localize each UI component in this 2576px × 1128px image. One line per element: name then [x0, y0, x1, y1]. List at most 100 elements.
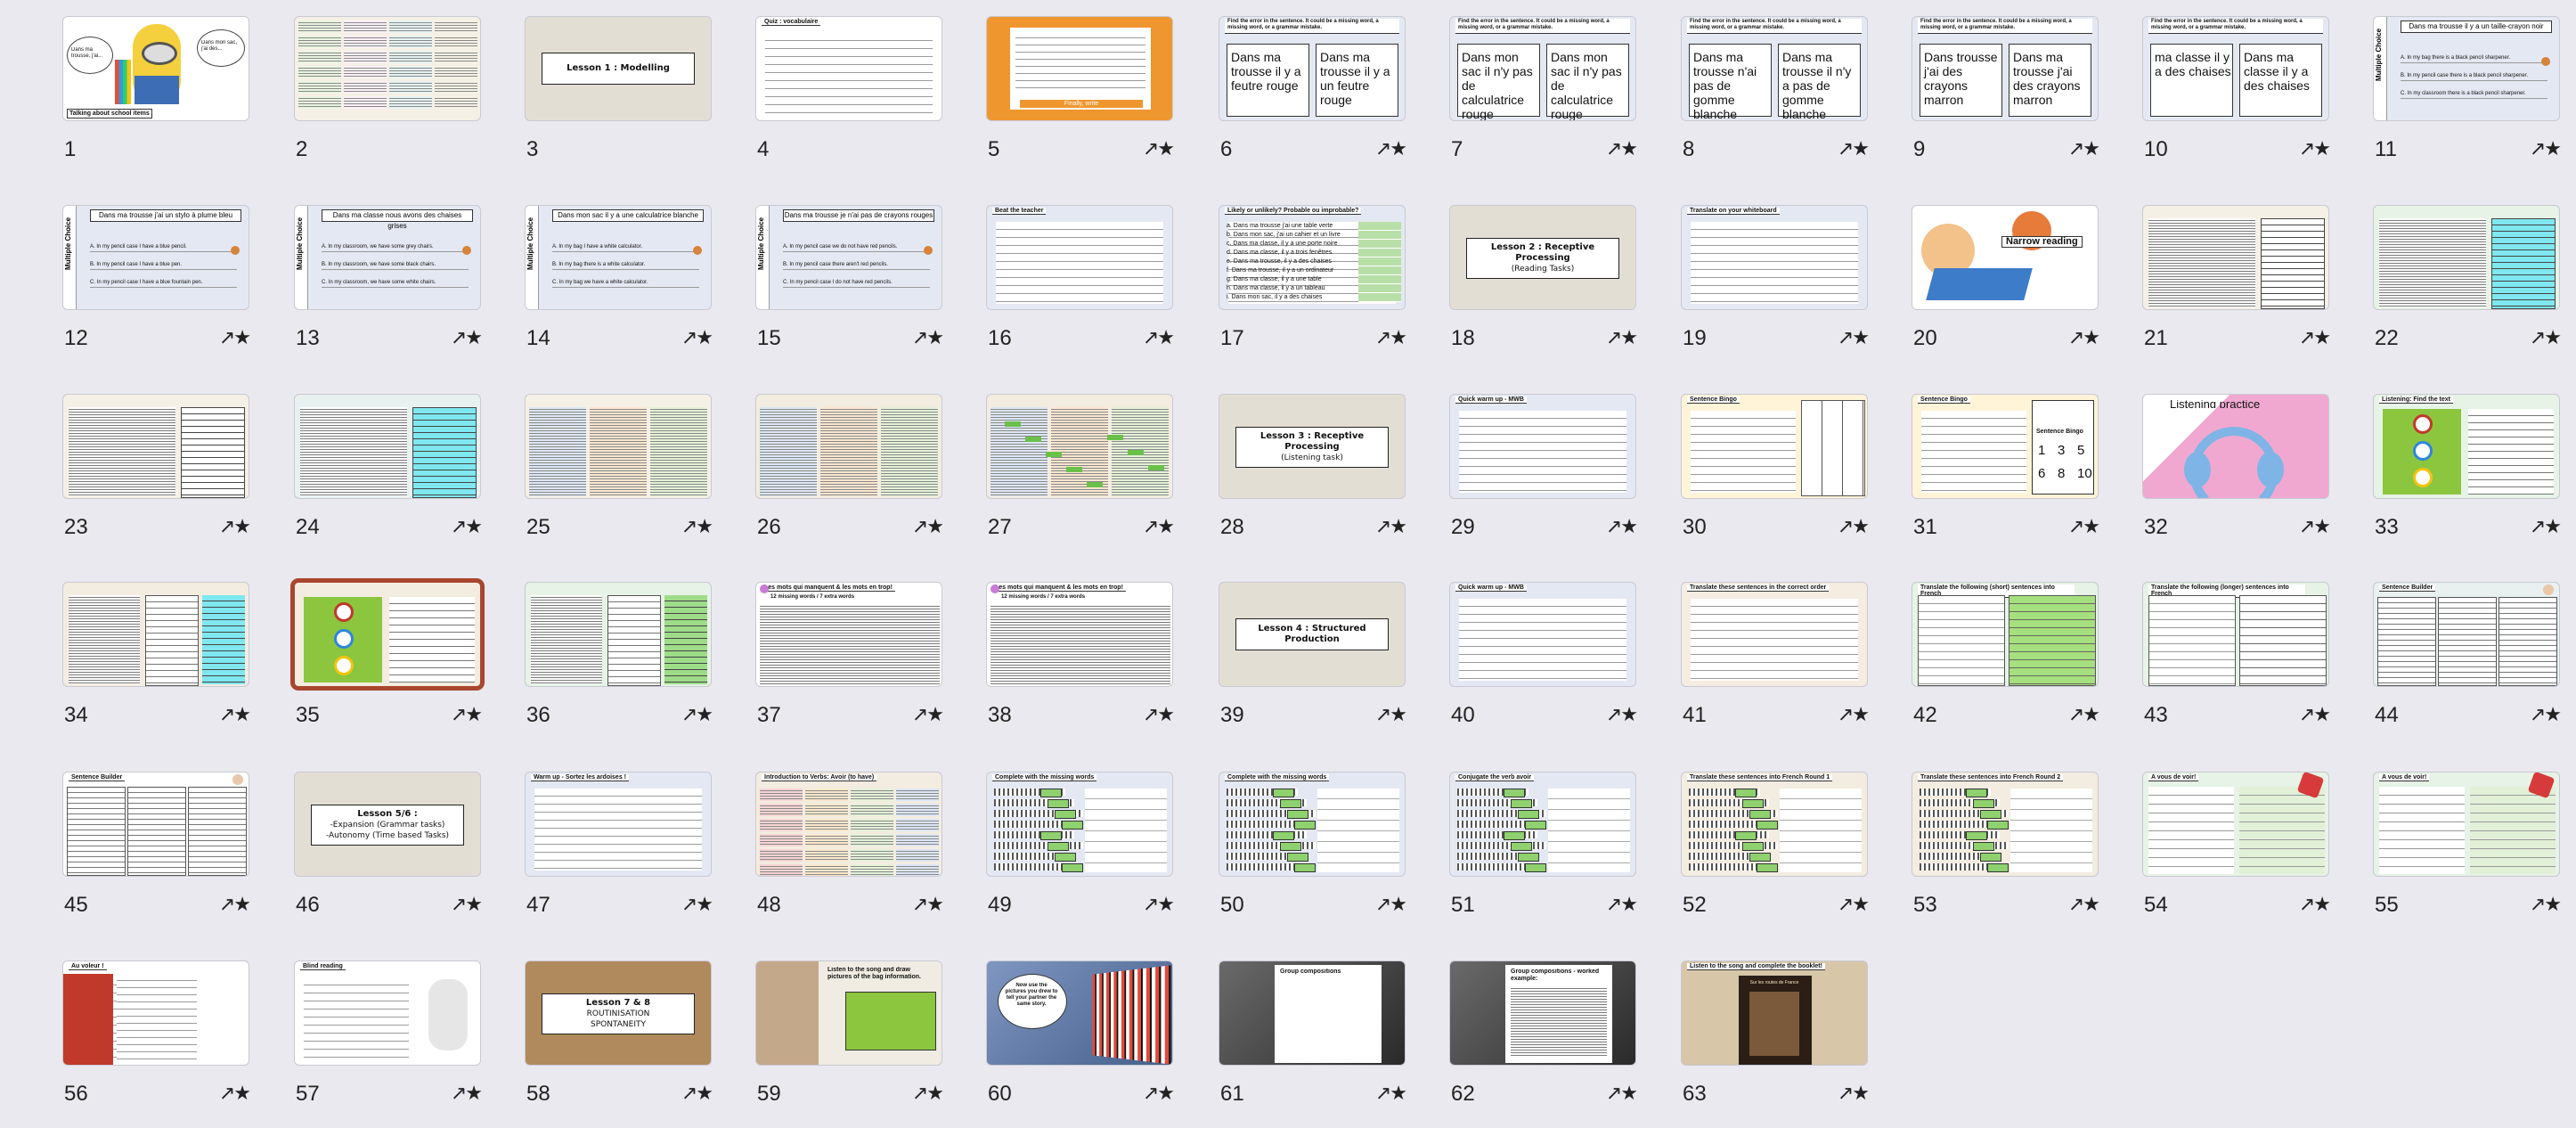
slide-thumbnail[interactable]: Finally, write: [986, 16, 1173, 121]
slide-favorite-icon[interactable]: ↗★: [219, 1082, 251, 1105]
slide-thumbnail[interactable]: Quick warm up - MWB: [1449, 582, 1636, 687]
slide-thumbnail[interactable]: Blind reading: [294, 960, 481, 1066]
slide-favorite-icon[interactable]: ↗★: [681, 703, 713, 726]
slide-thumbnail[interactable]: [525, 394, 712, 499]
slide-thumbnail[interactable]: [2142, 205, 2329, 310]
slide-favorite-icon[interactable]: ↗★: [1375, 326, 1407, 349]
slide-favorite-icon[interactable]: ↗★: [912, 1082, 944, 1105]
slide-favorite-icon[interactable]: ↗★: [1143, 326, 1175, 349]
slide-thumbnail[interactable]: Beat the teacher: [986, 205, 1173, 310]
slide-thumbnail[interactable]: Multiple Choice Dans ma trousse je n'ai p…: [755, 205, 942, 310]
slide-favorite-icon[interactable]: ↗★: [219, 515, 251, 538]
slide-favorite-icon[interactable]: ↗★: [2530, 137, 2562, 160]
slide-favorite-icon[interactable]: ↗★: [2530, 703, 2562, 726]
slide-favorite-icon[interactable]: ↗★: [1838, 326, 1870, 349]
slide-favorite-icon[interactable]: ↗★: [1143, 703, 1175, 726]
slide-thumbnail[interactable]: Find the error in the sentence. It could…: [1219, 16, 1406, 121]
slide-favorite-icon[interactable]: ↗★: [681, 326, 713, 349]
slide-favorite-icon[interactable]: ↗★: [1375, 1082, 1407, 1105]
speaker-icon[interactable]: [334, 602, 354, 622]
slide-thumbnail[interactable]: Find the error in the sentence. It could…: [1681, 16, 1868, 121]
speaker-icon[interactable]: [2413, 441, 2433, 461]
slide-thumbnail[interactable]: Translate these sentences in the correct…: [1681, 582, 1868, 687]
slide-favorite-icon[interactable]: ↗★: [2299, 515, 2331, 538]
slide-thumbnail[interactable]: [290, 578, 485, 691]
slide-thumbnail[interactable]: Multiple Choice Dans ma trousse j'ai un s…: [62, 205, 249, 310]
slide-favorite-icon[interactable]: ↗★: [1606, 137, 1638, 160]
slide-favorite-icon[interactable]: ↗★: [451, 893, 483, 916]
slide-favorite-icon[interactable]: ↗★: [681, 893, 713, 916]
slide-thumbnail[interactable]: Translate on your whiteboard: [1681, 205, 1868, 310]
slide-thumbnail[interactable]: Likely or unlikely? Probable ou improbab…: [1219, 205, 1406, 310]
slide-thumbnail[interactable]: Au voleur !: [62, 960, 249, 1066]
slide-thumbnail[interactable]: Translate the following (longer) sentenc…: [2142, 582, 2329, 687]
slide-thumbnail[interactable]: [294, 394, 481, 499]
slide-favorite-icon[interactable]: ↗★: [1143, 137, 1175, 160]
slide-thumbnail[interactable]: Listen to the song and draw pictures of …: [755, 960, 942, 1066]
slide-favorite-icon[interactable]: ↗★: [2299, 703, 2331, 726]
slide-thumbnail[interactable]: Find the error in the sentence. It could…: [1912, 16, 2099, 121]
slide-favorite-icon[interactable]: ↗★: [1838, 893, 1870, 916]
slide-thumbnail[interactable]: Sentence Bingo: [1681, 394, 1868, 499]
slide-thumbnail[interactable]: Translate the following (short) sentence…: [1912, 582, 2099, 687]
slide-thumbnail[interactable]: A vous de voir!: [2373, 772, 2560, 877]
slide-favorite-icon[interactable]: ↗★: [1606, 893, 1638, 916]
slide-thumbnail[interactable]: Multiple Choice Dans ma classe nous avons…: [294, 205, 481, 310]
slide-thumbnail[interactable]: Les mots qui manquent & les mots en trop…: [755, 582, 942, 687]
slide-favorite-icon[interactable]: ↗★: [2530, 893, 2562, 916]
slide-thumbnail[interactable]: Lesson 2 : Receptive Processing (Reading …: [1449, 205, 1636, 310]
slide-thumbnail[interactable]: Find the error in the sentence. It could…: [2142, 16, 2329, 121]
slide-favorite-icon[interactable]: ↗★: [1838, 137, 1870, 160]
slide-thumbnail[interactable]: [62, 582, 249, 687]
slide-thumbnail[interactable]: Lesson 7 & 8 ROUTINISATION SPONTANEITY: [525, 960, 712, 1066]
slide-favorite-icon[interactable]: ↗★: [912, 893, 944, 916]
slide-thumbnail[interactable]: Listen to the song and complete the book…: [1681, 960, 1868, 1066]
slide-thumbnail[interactable]: A vous de voir!: [2142, 772, 2329, 877]
slide-thumbnail[interactable]: Listening: Find the text: [2373, 394, 2560, 499]
slide-thumbnail[interactable]: Multiple Choice Dans mon sac il y a une c…: [525, 205, 712, 310]
slide-thumbnail[interactable]: Translate these sentences into French Ro…: [1681, 772, 1868, 877]
slide-favorite-icon[interactable]: ↗★: [1838, 1082, 1870, 1105]
slide-favorite-icon[interactable]: ↗★: [1606, 326, 1638, 349]
speaker-icon[interactable]: [2413, 414, 2433, 434]
slide-favorite-icon[interactable]: ↗★: [2530, 515, 2562, 538]
speaker-icon[interactable]: [334, 656, 354, 675]
slide-thumbnail[interactable]: Lesson 1 : Modelling: [525, 16, 712, 121]
slide-thumbnail[interactable]: [525, 582, 712, 687]
speaker-icon[interactable]: [2413, 468, 2433, 487]
slide-favorite-icon[interactable]: ↗★: [2068, 137, 2100, 160]
slide-thumbnail[interactable]: Find the error in the sentence. It could…: [1449, 16, 1636, 121]
slide-thumbnail[interactable]: Listening practice: [2142, 394, 2329, 499]
slide-thumbnail[interactable]: Sentence Builder: [2373, 582, 2560, 687]
slide-favorite-icon[interactable]: ↗★: [219, 893, 251, 916]
slide-favorite-icon[interactable]: ↗★: [2068, 703, 2100, 726]
slide-thumbnail[interactable]: Complete with the missing words: [986, 772, 1173, 877]
slide-thumbnail[interactable]: Warm up - Sortez les ardoises !: [525, 772, 712, 877]
slide-favorite-icon[interactable]: ↗★: [219, 326, 251, 349]
slide-thumbnail[interactable]: Introduction to Verbs: Avoir (to have): [755, 772, 942, 877]
slide-favorite-icon[interactable]: ↗★: [681, 515, 713, 538]
slide-favorite-icon[interactable]: ↗★: [451, 326, 483, 349]
slide-thumbnail[interactable]: [986, 394, 1173, 499]
slide-favorite-icon[interactable]: ↗★: [2068, 515, 2100, 538]
slide-thumbnail[interactable]: [755, 394, 942, 499]
slide-thumbnail[interactable]: Les mots qui manquent & les mots en trop…: [986, 582, 1173, 687]
slide-thumbnail[interactable]: Complete with the missing words: [1219, 772, 1406, 877]
slide-thumbnail[interactable]: Now use the pictures you drew to tell yo…: [986, 960, 1173, 1066]
slide-thumbnail[interactable]: Group compositions - worked example:: [1449, 960, 1636, 1066]
slide-thumbnail[interactable]: Lesson 3 : Receptive Processing (Listenin…: [1219, 394, 1406, 499]
slide-favorite-icon[interactable]: ↗★: [681, 1082, 713, 1105]
slide-favorite-icon[interactable]: ↗★: [1838, 703, 1870, 726]
slide-favorite-icon[interactable]: ↗★: [219, 703, 251, 726]
slide-favorite-icon[interactable]: ↗★: [1606, 703, 1638, 726]
slide-thumbnail[interactable]: [294, 16, 481, 121]
slide-thumbnail[interactable]: Lesson 5/6 : -Expansion (Grammar tasks) -…: [294, 772, 481, 877]
slide-thumbnail[interactable]: Lesson 4 : Structured Production: [1219, 582, 1406, 687]
slide-thumbnail[interactable]: Multiple Choice Dans ma trousse il y a un…: [2373, 16, 2560, 121]
slide-favorite-icon[interactable]: ↗★: [2299, 137, 2331, 160]
slide-favorite-icon[interactable]: ↗★: [451, 515, 483, 538]
slide-favorite-icon[interactable]: ↗★: [1606, 1082, 1638, 1105]
slide-thumbnail[interactable]: Conjugate the verb avoir: [1449, 772, 1636, 877]
slide-favorite-icon[interactable]: ↗★: [1606, 515, 1638, 538]
slide-favorite-icon[interactable]: ↗★: [1143, 1082, 1175, 1105]
